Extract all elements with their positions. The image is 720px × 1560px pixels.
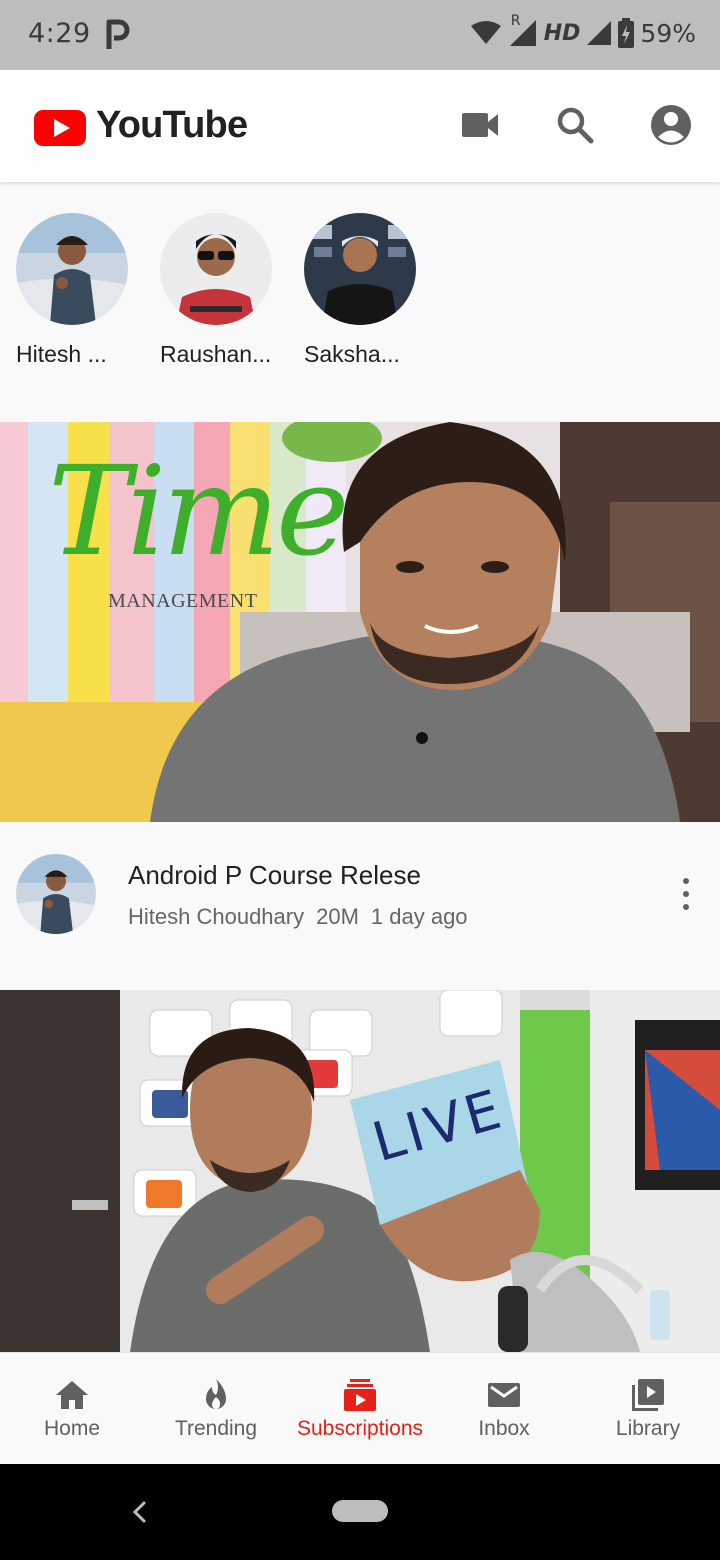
thumbnail-subtitle-overlay: MANAGEMENT (108, 590, 258, 612)
status-bar: 4:29 R HD 59% (0, 0, 720, 70)
nav-library[interactable]: Library (576, 1353, 720, 1464)
nav-label: Inbox (478, 1417, 530, 1440)
bottom-navigation: Home Trending Subscriptions Inbox Librar… (0, 1352, 720, 1464)
channel-item-saksham[interactable]: Saksha... (304, 213, 432, 368)
nav-label: Subscriptions (296, 1417, 424, 1440)
network-type: HD (543, 20, 581, 46)
nav-home[interactable]: Home (0, 1353, 144, 1464)
nav-inbox[interactable]: Inbox (432, 1353, 576, 1464)
channel-item-raushan[interactable]: Raushan... (160, 213, 288, 368)
upload-video-button[interactable] (457, 102, 503, 148)
wifi-icon (470, 21, 501, 44)
roaming-indicator: R (510, 13, 521, 29)
library-icon (632, 1379, 664, 1411)
youtube-app: 4:29 R HD 59% YouTube Hitesh ... Raushan… (0, 0, 720, 1560)
app-title: YouTube (96, 104, 248, 146)
account-button[interactable] (648, 102, 694, 148)
account-icon (651, 105, 691, 145)
app-bar: YouTube (0, 70, 720, 182)
nav-label: Library (615, 1417, 681, 1440)
video-camera-icon (462, 113, 498, 137)
channel-avatar[interactable] (16, 854, 96, 934)
channel-name: Raushan... (160, 341, 272, 367)
video-title[interactable]: Android P Course Relese (128, 860, 421, 891)
nav-label: Trending (174, 1417, 258, 1440)
parking-notification-icon (106, 19, 130, 49)
video-views: 20M (316, 904, 359, 929)
status-indicators: R HD 59% (470, 13, 696, 48)
battery-charging-icon (618, 18, 635, 48)
thumbnail-title-overlay: Time (48, 440, 349, 584)
signal-icon (587, 21, 612, 45)
back-icon[interactable] (128, 1497, 150, 1527)
thumbnail-image (0, 990, 720, 1352)
channel-avatar (304, 213, 416, 325)
status-time: 4:29 (28, 18, 91, 49)
video-thumbnail[interactable]: LIVE (0, 990, 720, 1352)
video-thumbnail[interactable]: Time MANAGEMENT (0, 422, 720, 822)
video-channel: Hitesh Choudhary (128, 904, 305, 929)
signal-roaming-icon: R (508, 13, 538, 47)
video-age: 1 day ago (370, 904, 468, 929)
youtube-logo-icon[interactable] (34, 110, 86, 146)
home-icon (56, 1381, 88, 1409)
nav-trending[interactable]: Trending (144, 1353, 288, 1464)
nav-label: Home (43, 1417, 101, 1440)
subscriptions-icon (344, 1379, 376, 1411)
video-subtitle: Hitesh Choudhary 20M 1 day ago (128, 904, 468, 930)
flame-icon (206, 1379, 226, 1409)
battery-level: 59% (640, 18, 696, 48)
nav-subscriptions[interactable]: Subscriptions (288, 1353, 432, 1464)
channel-name: Saksha... (304, 341, 400, 367)
home-pill-button[interactable] (332, 1500, 388, 1522)
mail-icon (488, 1383, 520, 1407)
channel-name: Hitesh ... (16, 341, 107, 367)
search-button[interactable] (552, 102, 598, 148)
more-options-icon[interactable] (676, 878, 696, 910)
video-info-row[interactable]: Android P Course Relese Hitesh Choudhary… (0, 822, 720, 990)
system-navigation-bar (0, 1464, 720, 1560)
search-icon (557, 107, 594, 144)
channel-avatar (16, 213, 128, 325)
channel-avatar (160, 213, 272, 325)
subscribed-channels-strip: Hitesh ... Raushan... Saksha... (0, 182, 720, 422)
channel-item-hitesh[interactable]: Hitesh ... (16, 213, 144, 368)
